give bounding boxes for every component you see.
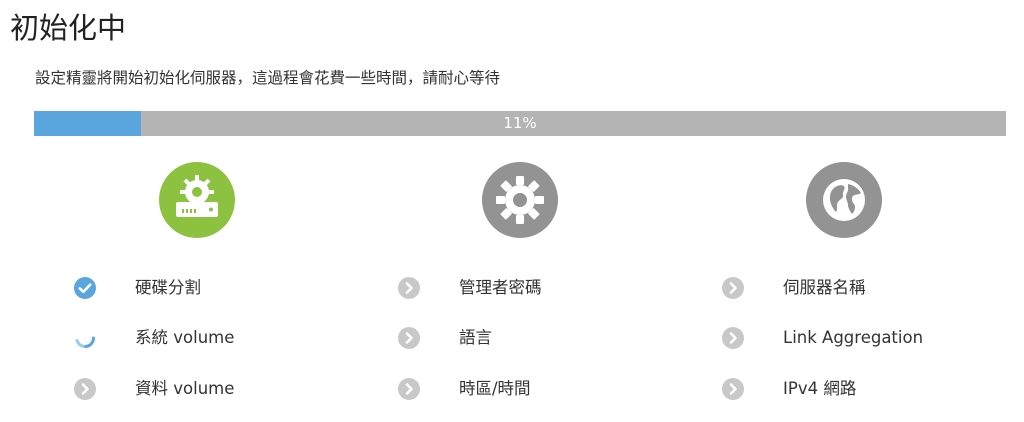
setup-step-label: IPv4 網路 [783, 379, 857, 398]
setup-step-label: 資料 volume [135, 379, 235, 398]
setup-step-label: 系統 volume [135, 328, 235, 347]
setup-step-label: 語言 [459, 328, 492, 347]
progress-bar: 11% [34, 111, 1006, 136]
setup-step-label: 管理者密碼 [459, 278, 542, 297]
chevron-right-circle-icon [721, 276, 745, 300]
server-gear-icon [159, 162, 235, 238]
globe-icon [806, 162, 882, 238]
spinner-icon [73, 326, 97, 350]
setup-step-label: 伺服器名稱 [783, 278, 866, 297]
gear-icon [482, 162, 558, 238]
chevron-right-circle-icon [397, 326, 421, 350]
chevron-right-circle-icon [721, 326, 745, 350]
page-title: 初始化中 [10, 11, 127, 45]
page-description: 設定精靈將開始初始化伺服器，這過程會花費一些時間，請耐心等待 [35, 69, 501, 87]
check-circle-icon [73, 276, 97, 300]
chevron-right-circle-icon [721, 377, 745, 401]
setup-step-label: 硬碟分割 [135, 278, 201, 297]
chevron-right-circle-icon [397, 377, 421, 401]
progress-percent-label: 11% [503, 114, 537, 132]
setup-step-label: Link Aggregation [783, 328, 924, 347]
setup-step-label: 時區/時間 [459, 379, 531, 398]
chevron-right-circle-icon [73, 377, 97, 401]
chevron-right-circle-icon [397, 276, 421, 300]
